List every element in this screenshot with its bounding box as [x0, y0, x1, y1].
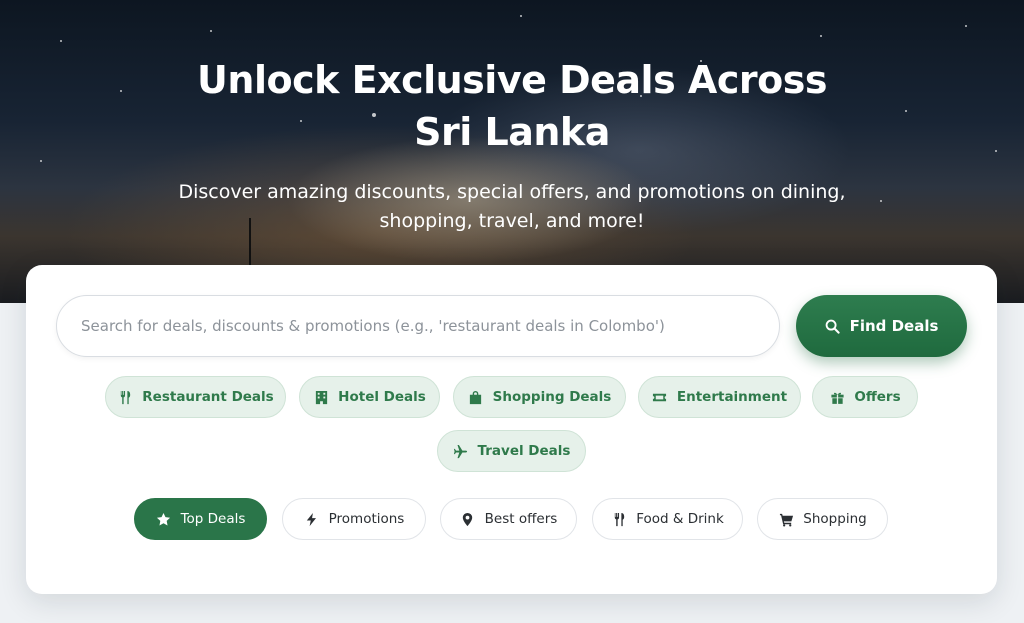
hero-banner: Unlock Exclusive Deals Across Sri Lanka …: [0, 0, 1024, 303]
gift-icon: [829, 389, 845, 405]
hero-subtitle: Discover amazing discounts, special offe…: [130, 178, 894, 236]
find-deals-button[interactable]: Find Deals: [796, 295, 967, 357]
filter-pill-top-deals[interactable]: Top Deals: [134, 498, 267, 540]
category-chip-label: Restaurant Deals: [142, 389, 274, 405]
utensils-icon: [117, 389, 133, 405]
category-chip-offers[interactable]: Offers: [812, 376, 918, 418]
cart-icon: [778, 511, 794, 527]
ticket-icon: [652, 389, 668, 405]
hero-subtitle-line-2: shopping, travel, and more!: [379, 210, 645, 232]
hero-title-line-2: Sri Lanka: [414, 110, 610, 154]
category-chip-entertainment[interactable]: Entertainment: [638, 376, 801, 418]
search-icon: [825, 318, 841, 334]
hero-subtitle-line-1: Discover amazing discounts, special offe…: [178, 181, 846, 203]
category-chip-label: Hotel Deals: [338, 389, 426, 405]
category-chip-hotel-deals[interactable]: Hotel Deals: [299, 376, 440, 418]
category-chip-restaurant-deals[interactable]: Restaurant Deals: [105, 376, 286, 418]
filter-pill-best-offers[interactable]: Best offers: [440, 498, 577, 540]
category-chip-shopping-deals[interactable]: Shopping Deals: [453, 376, 626, 418]
category-chip-label: Offers: [854, 389, 901, 405]
search-box: [56, 295, 780, 357]
search-input[interactable]: [57, 296, 779, 356]
filter-pill-label: Food & Drink: [636, 511, 724, 527]
filter-pill-label: Promotions: [328, 511, 405, 527]
filter-pill-promotions[interactable]: Promotions: [282, 498, 426, 540]
filter-pill-label: Best offers: [484, 511, 558, 527]
search-card: Find Deals Restaurant Deals Hotel Deals …: [26, 265, 997, 594]
hero-title-line-1: Unlock Exclusive Deals Across: [197, 58, 827, 102]
utensils-icon: [611, 511, 627, 527]
hero-title: Unlock Exclusive Deals Across Sri Lanka: [112, 54, 912, 158]
plane-icon: [453, 443, 469, 459]
category-chip-travel-deals[interactable]: Travel Deals: [437, 430, 586, 472]
shopping-bag-icon: [468, 389, 484, 405]
filter-pill-shopping[interactable]: Shopping: [757, 498, 888, 540]
hotel-icon: [313, 389, 329, 405]
find-deals-label: Find Deals: [849, 317, 939, 335]
bolt-icon: [304, 511, 320, 527]
category-chip-label: Shopping Deals: [492, 389, 612, 405]
category-chip-label: Travel Deals: [477, 443, 571, 459]
filter-pill-label: Top Deals: [180, 511, 246, 527]
star-icon: [156, 511, 172, 527]
filter-pill-label: Shopping: [803, 511, 867, 527]
filter-pill-food-drink[interactable]: Food & Drink: [592, 498, 743, 540]
map-pin-icon: [460, 511, 476, 527]
category-chip-label: Entertainment: [676, 389, 788, 405]
